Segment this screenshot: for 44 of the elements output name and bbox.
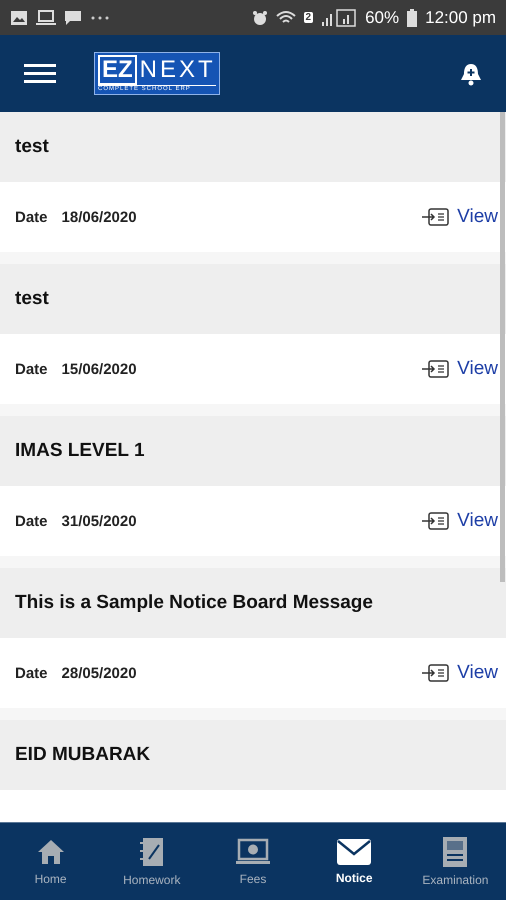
sim-badge: 2 bbox=[304, 12, 314, 23]
nav-tab[interactable]: Fees bbox=[202, 823, 304, 900]
battery-icon bbox=[407, 8, 418, 26]
notice-date: 18/06/2020 bbox=[62, 208, 137, 226]
picture-icon bbox=[10, 10, 28, 26]
nav-tab[interactable]: Notice bbox=[304, 823, 405, 900]
notice-title: test bbox=[15, 288, 49, 310]
clock: 12:00 pm bbox=[425, 8, 496, 28]
home-icon bbox=[36, 838, 66, 866]
wifi-icon bbox=[276, 10, 296, 26]
login-icon bbox=[421, 664, 450, 682]
nav-tab[interactable]: Examination bbox=[404, 823, 506, 900]
date-label: Date bbox=[15, 512, 48, 530]
view-link[interactable]: View bbox=[421, 510, 498, 532]
laptop-icon bbox=[36, 10, 56, 26]
more-icon bbox=[90, 16, 110, 20]
nav-tab[interactable]: Homework bbox=[101, 823, 202, 900]
laptop-icon bbox=[236, 838, 270, 866]
notice-date: 31/05/2020 bbox=[62, 512, 137, 530]
signal-icon bbox=[321, 8, 358, 26]
bell-icon[interactable] bbox=[460, 62, 482, 86]
notice-title: test bbox=[15, 136, 49, 158]
battery-percent: 60% bbox=[365, 8, 400, 28]
nav-tab[interactable]: Home bbox=[0, 823, 102, 900]
login-icon bbox=[421, 208, 450, 226]
report-icon bbox=[443, 837, 468, 867]
notice-title: This is a Sample Notice Board Message bbox=[15, 592, 373, 614]
login-icon bbox=[421, 360, 450, 378]
login-icon bbox=[421, 512, 450, 530]
notebook-icon bbox=[138, 837, 165, 867]
menu-icon[interactable] bbox=[24, 62, 56, 84]
date-label: Date bbox=[15, 360, 48, 378]
view-link[interactable]: View bbox=[421, 358, 498, 380]
date-label: Date bbox=[15, 208, 48, 226]
notice-title: EID MUBARAK bbox=[15, 744, 150, 766]
notice-title: IMAS LEVEL 1 bbox=[15, 440, 145, 462]
notice-date: 28/05/2020 bbox=[62, 664, 137, 682]
view-link[interactable]: View bbox=[421, 662, 498, 684]
alarm-icon bbox=[252, 10, 268, 26]
date-label: Date bbox=[15, 664, 48, 682]
view-link[interactable]: View bbox=[421, 206, 498, 228]
message-icon bbox=[64, 10, 82, 26]
envelope-icon bbox=[337, 839, 372, 865]
notice-date: 15/06/2020 bbox=[62, 360, 137, 378]
